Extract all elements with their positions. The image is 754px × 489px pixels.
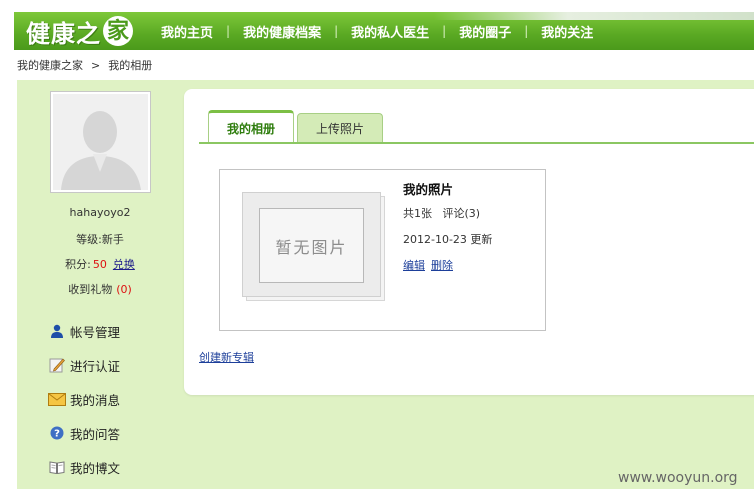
album-updated: 2012-10-23 更新 — [403, 233, 493, 246]
nav-private-doctor[interactable]: 我的私人医生 — [347, 22, 433, 41]
logo-text: 健康之 — [26, 18, 101, 48]
profile-points: 积分: 50 兑换 — [40, 256, 160, 272]
tab-underline — [199, 142, 754, 144]
sidebar-item-label: 我的博文 — [70, 460, 121, 476]
breadcrumb: 我的健康之家 > 我的相册 — [17, 57, 153, 73]
gifts-count: (0) — [116, 283, 132, 296]
pencil-note-icon — [48, 357, 66, 373]
sidebar-item-label: 我的问答 — [70, 426, 121, 442]
main-nav: 我的主页 | 我的健康档案 | 我的私人医生 | 我的圈子 | 我的关注 — [157, 12, 597, 50]
points-label: 积分: — [65, 258, 91, 271]
photo-count: 共1张 — [403, 207, 432, 220]
breadcrumb-separator: > — [91, 58, 101, 72]
thumb-frame: 暂无图片 — [242, 192, 381, 297]
question-icon: ? — [48, 425, 66, 441]
nav-my-home[interactable]: 我的主页 — [157, 22, 217, 41]
nav-my-follows[interactable]: 我的关注 — [537, 22, 597, 41]
sidebar-item-label: 帐号管理 — [70, 324, 121, 340]
profile-username: hahayoyo2 — [69, 206, 131, 219]
profile-gifts: 收到礼物 (0) — [40, 281, 160, 297]
nav-separator: | — [334, 24, 339, 38]
sidebar-item-label: 进行认证 — [70, 358, 121, 374]
tab-my-albums[interactable]: 我的相册 — [208, 110, 295, 143]
edit-album-link[interactable]: 编辑 — [403, 259, 425, 272]
book-icon — [48, 459, 66, 475]
exchange-link[interactable]: 兑换 — [113, 258, 135, 271]
no-image-placeholder: 暂无图片 — [259, 208, 364, 283]
points-value: 50 — [92, 258, 107, 271]
svg-text:?: ? — [54, 429, 60, 440]
sidebar-item-messages[interactable]: 我的消息 — [48, 382, 120, 416]
gifts-label: 收到礼物 — [68, 283, 113, 296]
avatar[interactable] — [50, 91, 151, 193]
nav-health-records[interactable]: 我的健康档案 — [239, 22, 325, 41]
sidebar-item-verify[interactable]: 进行认证 — [48, 348, 120, 382]
album-actions: 编辑 删除 — [403, 257, 459, 273]
placeholder-text: 暂无图片 — [275, 237, 348, 257]
sidebar-item-blog[interactable]: 我的博文 — [48, 450, 120, 484]
default-avatar-icon — [53, 94, 148, 190]
album-cover[interactable]: 暂无图片 — [242, 192, 385, 301]
nav-separator: | — [442, 24, 447, 38]
comment-count[interactable]: 评论(3) — [443, 207, 481, 220]
sidebar-item-qa[interactable]: ? 我的问答 — [48, 416, 120, 450]
sidebar-item-account[interactable]: 帐号管理 — [48, 314, 120, 348]
site-logo[interactable]: 健康之家 — [26, 16, 133, 48]
breadcrumb-home-link[interactable]: 我的健康之家 — [17, 57, 83, 73]
nav-separator: | — [524, 24, 529, 38]
album-tabs: 我的相册 上传照片 — [208, 110, 386, 143]
album-stats: 共1张 评论(3) — [403, 205, 480, 221]
sidebar-item-label: 我的消息 — [70, 392, 121, 408]
profile-level: 等级:新手 — [76, 233, 124, 246]
envelope-icon — [48, 391, 66, 407]
logo-ring-glyph: 家 — [103, 16, 133, 46]
user-icon — [48, 323, 66, 339]
sidebar-menu: 帐号管理 进行认证 我的消息 ? 我的问答 我的博文 — [48, 314, 120, 484]
nav-separator: | — [226, 24, 231, 38]
tab-upload-photos[interactable]: 上传照片 — [297, 113, 384, 143]
album-title[interactable]: 我的照片 — [403, 179, 453, 198]
delete-album-link[interactable]: 删除 — [431, 259, 453, 272]
watermark: www.wooyun.org — [618, 470, 738, 486]
breadcrumb-current: 我的相册 — [108, 59, 153, 72]
nav-my-circle[interactable]: 我的圈子 — [455, 22, 515, 41]
create-album-link[interactable]: 创建新专辑 — [199, 349, 254, 365]
top-header: 健康之家 我的主页 | 我的健康档案 | 我的私人医生 | 我的圈子 | 我的关… — [14, 12, 754, 50]
